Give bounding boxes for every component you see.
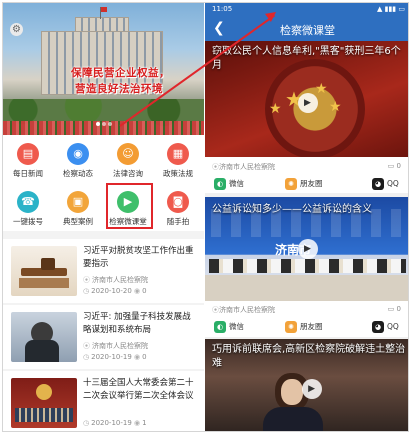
clock-icon: ◷ (83, 353, 90, 361)
news-icon: ▤ (17, 143, 39, 165)
eye-icon: ◉ (134, 353, 141, 361)
video-source: 济南市人民检察院 (219, 306, 275, 314)
app-header: 11:05 ▲ ▮▮▮ ▭ ❮ 检察微课堂 (205, 3, 408, 41)
video-title: 公益诉讼知多少——公益诉讼的含义 (212, 204, 372, 215)
video-card[interactable]: 巧用诉前联席会,高新区检察院破解违土整治难 ▶ (205, 339, 408, 431)
consult-icon: ☺ (117, 143, 139, 165)
status-time: 11:05 (212, 5, 233, 13)
feature-menu: ▤ 每日新闻 ◉ 检察动态 ☺ 法律咨询 ▦ 政策法规 ☎ 一键拨号 ▣ 典型案… (3, 135, 204, 231)
video-thumbnail: 巧用诉前联席会,高新区检察院破解违土整治难 ▶ (205, 339, 408, 431)
share-wechat-button[interactable]: ◐ 微信 (214, 321, 244, 333)
news-source: 济南市人民检察院 (92, 342, 148, 350)
clock-icon: ◷ (83, 287, 90, 295)
news-thumbnail (11, 312, 77, 362)
video-source: 济南市人民检察院 (219, 163, 275, 171)
news-views: 0 (142, 287, 147, 295)
eye-icon: ◉ (134, 419, 141, 427)
share-moments-button[interactable]: ✺ 朋友圈 (285, 178, 323, 190)
moments-icon: ✺ (285, 178, 297, 190)
case-icon: ▣ (67, 191, 89, 213)
video-class-screen: 11:05 ▲ ▮▮▮ ▭ ❮ 检察微课堂 ★ ★ ★ ★ 窃取公民个人信息牟利… (205, 3, 408, 431)
news-thumbnail (11, 246, 77, 296)
status-icons: ▲ ▮▮▮ ▭ (376, 5, 405, 13)
carousel-dots (3, 111, 204, 130)
list-item[interactable]: 习近平对脱贫攻坚工作作出重要指示 ⦿ 济南市人民检察院 ◷ 2020-10-20 ◉… (3, 239, 204, 303)
location-icon: ⦿ (83, 276, 90, 284)
clock-icon: ◷ (83, 419, 90, 427)
menu-item-news[interactable]: ▤ 每日新闻 (3, 137, 53, 183)
share-qq-button[interactable]: ◕ QQ (372, 321, 399, 333)
news-views: 1 (142, 419, 147, 427)
eye-icon: ◉ (134, 287, 141, 295)
play-icon[interactable]: ▶ (297, 93, 318, 113)
banner-carousel[interactable]: 保障民营企业权益， 营造良好法治环境 ⚙ (3, 3, 204, 135)
news-date: 2020-10-19 (91, 353, 132, 361)
banner-slogan: 保障民营企业权益， (71, 67, 170, 79)
news-source: 济南市人民检察院 (92, 276, 148, 284)
banner-slogan: 营造良好法治环境 (75, 83, 163, 95)
list-item[interactable]: 十三届全国人大常委会第二十二次会议举行第二次全体会议 ◷ 2020-10-19 ◉… (3, 371, 204, 431)
policy-icon: ▦ (167, 143, 189, 165)
news-date: 2020-10-20 (91, 287, 132, 295)
location-icon: ⦿ (83, 342, 90, 350)
wechat-icon: ◐ (214, 178, 226, 190)
play-icon[interactable]: ▶ (301, 379, 322, 399)
wechat-icon: ◐ (214, 321, 226, 333)
comment-count: 0 (396, 162, 401, 170)
news-title: 十三届全国人大常委会第二十二次会议举行第二次全体会议 (83, 378, 194, 401)
menu-item-camera[interactable]: ◙ 随手拍 (153, 185, 203, 231)
share-bar: ◐ 微信 ✺ 朋友圈 ◕ QQ (205, 318, 408, 336)
share-moments-button[interactable]: ✺ 朋友圈 (285, 321, 323, 333)
location-icon: ⦿ (212, 306, 219, 314)
video-title: 巧用诉前联席会,高新区检察院破解违土整治难 (212, 344, 406, 369)
moments-icon: ✺ (285, 321, 297, 333)
news-views: 0 (142, 353, 147, 361)
menu-item-consult[interactable]: ☺ 法律咨询 (103, 137, 153, 183)
menu-item-policy[interactable]: ▦ 政策法规 (153, 137, 203, 183)
flag-icon (101, 7, 107, 12)
share-bar: ◐ 微信 ✺ 朋友圈 ◕ QQ (205, 175, 408, 193)
comment-icon: ▭ (387, 162, 395, 170)
settings-icon[interactable]: ⚙ (10, 23, 23, 36)
page-title: 检察微课堂 (280, 24, 335, 37)
video-thumbnail: 济南市 公益诉讼知多少——公益诉讼的含义 ▶ (205, 197, 408, 301)
location-icon: ⦿ (212, 163, 219, 171)
home-screen: 保障民营企业权益， 营造良好法治环境 ⚙ ▤ 每日新闻 ◉ 检察动态 ☺ 法律咨… (3, 3, 204, 431)
video-card[interactable]: ★ ★ ★ ★ 窃取公民个人信息牟利,"黑客"获刑三年6个月 ▶ ⦿济南市人民检… (205, 41, 408, 193)
news-thumbnail (11, 378, 77, 428)
comparison-screenshot: 保障民营企业权益， 营造良好法治环境 ⚙ ▤ 每日新闻 ◉ 检察动态 ☺ 法律咨… (2, 2, 409, 432)
highlight-box (106, 183, 153, 229)
play-icon[interactable]: ▶ (297, 239, 318, 259)
comment-icon: ▭ (387, 305, 395, 313)
camera-icon: ◙ (167, 191, 189, 213)
menu-item-phone[interactable]: ☎ 一键拨号 (3, 185, 53, 231)
news-title: 习近平: 加强量子科技发展战略谋划和系统布局 (83, 312, 191, 335)
video-title: 窃取公民个人信息牟利,"黑客"获刑三年6个月 (212, 46, 401, 71)
news-date: 2020-10-19 (91, 419, 132, 427)
menu-item-dynamic[interactable]: ◉ 检察动态 (53, 137, 103, 183)
share-wechat-button[interactable]: ◐ 微信 (214, 178, 244, 190)
phone-icon: ☎ (17, 191, 39, 213)
dynamic-icon: ◉ (67, 143, 89, 165)
video-card[interactable]: 济南市 公益诉讼知多少——公益诉讼的含义 ▶ ⦿济南市人民检察院 ▭ 0 ◐ 微信… (205, 197, 408, 337)
comment-count: 0 (396, 305, 401, 313)
qq-icon: ◕ (372, 178, 384, 190)
news-title: 习近平对脱贫攻坚工作作出重要指示 (83, 246, 194, 269)
menu-item-case[interactable]: ▣ 典型案例 (53, 185, 103, 231)
video-thumbnail: ★ ★ ★ ★ 窃取公民个人信息牟利,"黑客"获刑三年6个月 ▶ (205, 41, 408, 157)
qq-icon: ◕ (372, 321, 384, 333)
list-item[interactable]: 习近平: 加强量子科技发展战略谋划和系统布局 ⦿ 济南市人民检察院 ◷ 2020-1… (3, 305, 204, 369)
share-qq-button[interactable]: ◕ QQ (372, 178, 399, 190)
